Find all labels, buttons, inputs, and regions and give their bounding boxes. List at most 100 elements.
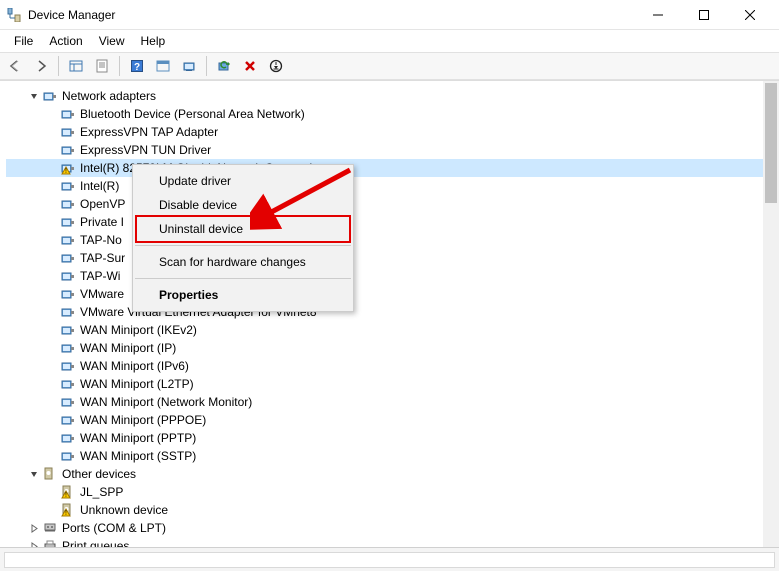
twisty-none — [46, 180, 58, 192]
twisty-open[interactable] — [28, 468, 40, 480]
svg-text:!: ! — [65, 510, 67, 517]
twisty-none — [46, 270, 58, 282]
twisty-none — [46, 234, 58, 246]
twisty-none — [46, 126, 58, 138]
minimize-button[interactable] — [635, 0, 681, 30]
ctx-update-driver[interactable]: Update driver — [133, 169, 353, 193]
forward-button[interactable] — [30, 55, 52, 77]
network-adapter-icon — [60, 178, 76, 194]
tree-item-network-adapter[interactable]: VMware Virtual Ethernet Adapter for VMne… — [6, 303, 779, 321]
twisty-none — [46, 486, 58, 498]
close-button[interactable] — [727, 0, 773, 30]
tree-item-network-adapter[interactable]: WAN Miniport (Network Monitor) — [6, 393, 779, 411]
scan-hardware-button[interactable] — [213, 55, 235, 77]
tree-item-network-adapter[interactable]: Intel(R) — [6, 177, 779, 195]
menu-view[interactable]: View — [91, 32, 133, 50]
network-adapter-icon — [60, 268, 76, 284]
help-button[interactable]: ? — [126, 55, 148, 77]
menu-help[interactable]: Help — [133, 32, 174, 50]
network-adapter-icon — [60, 304, 76, 320]
network-adapter-icon — [60, 124, 76, 140]
tree-label: ExpressVPN TUN Driver — [80, 143, 211, 157]
svg-text:?: ? — [134, 62, 140, 73]
twisty-none — [46, 324, 58, 336]
network-adapter-icon — [60, 412, 76, 428]
tree-label: Intel(R) — [80, 179, 119, 193]
vertical-scrollbar[interactable] — [763, 81, 779, 547]
device-tree-pane[interactable]: Network adapters Bluetooth Device (Perso… — [0, 80, 779, 547]
tree-item-network-adapter[interactable]: WAN Miniport (IP) — [6, 339, 779, 357]
back-button[interactable] — [4, 55, 26, 77]
network-adapter-icon — [60, 232, 76, 248]
menu-file[interactable]: File — [6, 32, 41, 50]
tree-label: WAN Miniport (IPv6) — [80, 359, 189, 373]
unknown-device-icon: ! — [60, 484, 76, 500]
tree-item-network-adapter[interactable]: ! Intel(R) 82579LM Gigabit Network Conne… — [6, 159, 779, 177]
uninstall-button[interactable] — [239, 55, 261, 77]
twisty-closed[interactable] — [28, 540, 40, 547]
title-bar: Device Manager — [0, 0, 779, 30]
properties-button[interactable] — [91, 55, 113, 77]
tree-category-ports[interactable]: Ports (COM & LPT) — [6, 519, 779, 537]
network-adapter-icon — [60, 340, 76, 356]
tree-item-network-adapter[interactable]: Private I — [6, 213, 779, 231]
tree-item-network-adapter[interactable]: ExpressVPN TAP Adapter — [6, 123, 779, 141]
update-driver-button[interactable] — [178, 55, 200, 77]
network-adapter-icon — [60, 376, 76, 392]
tree-label: VMware — [80, 287, 124, 301]
tree-item-network-adapter[interactable]: WAN Miniport (IPv6) — [6, 357, 779, 375]
twisty-none — [46, 198, 58, 210]
tree-label: Private I — [80, 215, 124, 229]
tree-label: Other devices — [62, 467, 136, 481]
network-adapter-icon — [60, 286, 76, 302]
tree-item-network-adapter[interactable]: WAN Miniport (SSTP) — [6, 447, 779, 465]
show-hide-console-button[interactable] — [65, 55, 87, 77]
tree-item-network-adapter[interactable]: TAP-No — [6, 231, 779, 249]
ctx-disable-device[interactable]: Disable device — [133, 193, 353, 217]
twisty-none — [46, 432, 58, 444]
tree-item-network-adapter[interactable]: WAN Miniport (IKEv2) — [6, 321, 779, 339]
tree-label: Unknown device — [80, 503, 168, 517]
svg-text:!: ! — [65, 492, 67, 499]
twisty-none — [46, 306, 58, 318]
tree-item-network-adapter[interactable]: WAN Miniport (PPPOE) — [6, 411, 779, 429]
action-menu-button[interactable] — [152, 55, 174, 77]
tree-item-network-adapter[interactable]: WAN Miniport (PPTP) — [6, 429, 779, 447]
tree-item-network-adapter[interactable]: Bluetooth Device (Personal Area Network) — [6, 105, 779, 123]
tree-label: Print queues — [62, 539, 129, 547]
disable-button[interactable] — [265, 55, 287, 77]
print-queues-icon — [42, 538, 58, 547]
tree-item-network-adapter[interactable]: ExpressVPN TUN Driver — [6, 141, 779, 159]
window-title: Device Manager — [28, 8, 115, 22]
other-devices-icon — [42, 466, 58, 482]
tree-item-network-adapter[interactable]: VMware — [6, 285, 779, 303]
tree-item-network-adapter[interactable]: OpenVP — [6, 195, 779, 213]
tree-category-network[interactable]: Network adapters — [6, 87, 779, 105]
twisty-none — [46, 414, 58, 426]
svg-text:!: ! — [65, 168, 67, 175]
tree-item-network-adapter[interactable]: TAP-Wi — [6, 267, 779, 285]
tree-label: OpenVP — [80, 197, 125, 211]
tree-item-other-device[interactable]: ! JL_SPP — [6, 483, 779, 501]
tree-item-other-device[interactable]: ! Unknown device — [6, 501, 779, 519]
tree-label: WAN Miniport (IP) — [80, 341, 176, 355]
ctx-uninstall-device[interactable]: Uninstall device — [135, 215, 351, 243]
tree-label: JL_SPP — [80, 485, 123, 499]
ctx-separator — [135, 245, 351, 246]
tree-label: ExpressVPN TAP Adapter — [80, 125, 218, 139]
ctx-properties[interactable]: Properties — [133, 283, 353, 307]
network-adapter-icon — [60, 142, 76, 158]
tree-category-other[interactable]: Other devices — [6, 465, 779, 483]
maximize-button[interactable] — [681, 0, 727, 30]
context-menu: Update driver Disable device Uninstall d… — [132, 164, 354, 312]
tree-category-print-queues[interactable]: Print queues — [6, 537, 779, 547]
ctx-scan-hardware[interactable]: Scan for hardware changes — [133, 250, 353, 274]
tree-label: Bluetooth Device (Personal Area Network) — [80, 107, 305, 121]
tree-item-network-adapter[interactable]: WAN Miniport (L2TP) — [6, 375, 779, 393]
twisty-none — [46, 108, 58, 120]
network-adapter-icon — [60, 214, 76, 230]
menu-action[interactable]: Action — [41, 32, 90, 50]
tree-item-network-adapter[interactable]: TAP-Sur — [6, 249, 779, 267]
twisty-open[interactable] — [28, 90, 40, 102]
twisty-closed[interactable] — [28, 522, 40, 534]
